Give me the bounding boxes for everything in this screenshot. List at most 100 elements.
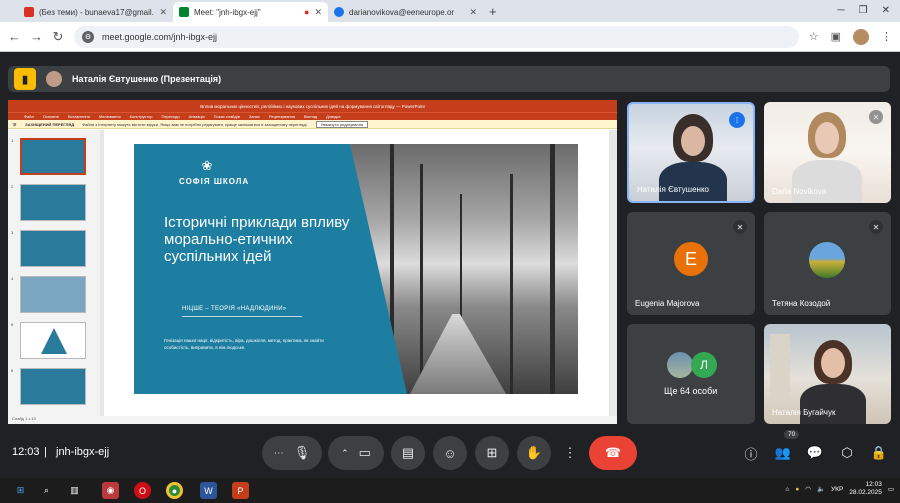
close-icon[interactable]: ✕ (314, 7, 322, 18)
ribbon-tab[interactable]: Довідка (326, 114, 340, 119)
camera-button[interactable]: ⌃ ▭ (328, 436, 384, 470)
participant-name: Наталія Бугайчук (772, 408, 836, 417)
present-screen-icon: ⊞ (486, 445, 498, 460)
more-options-button[interactable]: ⋮ (559, 436, 581, 470)
speaking-indicator-icon: ⁞ (729, 112, 745, 128)
participant-tile[interactable]: Наталія Бугайчук (764, 324, 891, 424)
protected-view-bar: 🛡 ЗАХИЩЕНИЙ ПЕРЕГЛЯД Файли з Інтернету м… (8, 120, 617, 129)
notifications-icon[interactable]: ▭ (888, 485, 894, 493)
participant-tile[interactable]: ✕ Тетяна Козодой (764, 212, 891, 315)
ribbon-tab[interactable]: Основне (43, 114, 59, 119)
back-icon[interactable]: ← (8, 29, 21, 44)
participant-tile[interactable]: E ✕ Eugenia Majorova (627, 212, 755, 315)
tab-strip: (Без теми) - bunaeva17@gmail.c ✕ Meet: "… (0, 0, 900, 22)
ribbon-tab[interactable]: Малювання (99, 114, 121, 119)
host-controls-icon[interactable]: 🔒 (868, 442, 890, 464)
status-icon[interactable]: ● (795, 486, 799, 493)
tab-title: Meet: "jnh-ibgx-ejj" (194, 7, 261, 17)
more-participants-tile[interactable]: Л Ще 64 особи (627, 324, 755, 424)
slide-body-text: Генізація нашої нації, відкритість, віра… (164, 338, 324, 350)
chrome-icon[interactable]: ● (166, 482, 183, 499)
ribbon-tab[interactable]: Вставлення (68, 114, 90, 119)
captions-icon: ▤ (401, 445, 415, 460)
chat-icon[interactable]: 💬 (804, 442, 826, 464)
bookshelf (770, 334, 790, 404)
ribbon-tab[interactable]: Вигляд (304, 114, 317, 119)
volume-icon[interactable]: 🔈 (817, 485, 825, 493)
ribbon-tab[interactable]: Анімація (189, 114, 205, 119)
leave-call-button[interactable]: ☎ (589, 436, 637, 470)
language-indicator[interactable]: УКР (831, 486, 843, 493)
presenter-label: Наталія Євтушенко (Презентація) (72, 74, 222, 84)
network-icon[interactable]: ⌂ (785, 486, 789, 493)
reload-icon[interactable]: ↻ (52, 29, 64, 45)
thumb-number: 4 (11, 276, 14, 281)
participant-tile[interactable]: ✕ Daria Novikova (764, 102, 891, 203)
activities-icon[interactable]: ⬡ (836, 442, 858, 464)
participant-tile[interactable]: ⁞ Наталія Євтушенко (627, 102, 755, 203)
school-logo-text: СОФІЯ ШКОЛА (179, 177, 250, 186)
task-view-icon[interactable]: ▥ (66, 482, 83, 499)
url-field[interactable]: ⚙ meet.google.com/jnh-ibgx-ejj (74, 25, 799, 48)
people-icon[interactable]: 👥 (772, 442, 794, 464)
emoji-button[interactable]: ☺ (433, 436, 467, 470)
pyramid-shape (41, 328, 67, 354)
site-info-icon[interactable]: ⚙ (82, 30, 94, 43)
tab-gmail[interactable]: (Без теми) - bunaeva17@gmail.c ✕ (18, 2, 173, 22)
avatar (667, 352, 693, 378)
forward-icon[interactable]: → (30, 29, 43, 44)
participant-video (659, 162, 727, 201)
close-icon[interactable]: ✕ (469, 7, 477, 18)
tab-title: (Без теми) - bunaeva17@gmail.c (39, 7, 155, 17)
close-icon[interactable]: ✕ (159, 7, 167, 18)
app-icon[interactable]: ◉ (102, 482, 119, 499)
participant-name: Тетяна Козодой (772, 299, 831, 308)
avatar (809, 242, 845, 278)
ribbon-tab[interactable]: Рецензування (269, 114, 295, 119)
hand-icon: ✋ (525, 445, 543, 460)
minimize-icon[interactable]: ─ (838, 5, 845, 16)
bookmark-star-icon[interactable]: ☆ (809, 30, 819, 43)
close-window-icon[interactable]: ✕ (882, 5, 890, 16)
ribbon-tab[interactable]: Показ слайдів (214, 114, 240, 119)
mail-icon (334, 7, 344, 17)
slide-thumbnail[interactable] (20, 230, 86, 267)
thumb-number: 3 (11, 230, 14, 235)
new-tab-button[interactable]: + (489, 4, 497, 19)
captions-button[interactable]: ▤ (391, 436, 425, 470)
enable-editing-button[interactable]: Увімкнути редагування (315, 120, 369, 128)
slide-thumbnail[interactable] (20, 184, 86, 221)
word-icon[interactable]: W (200, 482, 217, 499)
wifi-icon[interactable]: ◠ (805, 485, 811, 493)
clock[interactable]: 12:03 28.02.2025 (849, 481, 882, 497)
vertical-scrollbar[interactable] (611, 160, 616, 424)
tree-trunk (390, 144, 394, 394)
more-options-icon[interactable]: ⋯ (274, 448, 284, 459)
participant-name: Наталія Євтушенко (637, 185, 709, 194)
slide-thumbnail[interactable] (20, 276, 86, 313)
ribbon-tab[interactable]: Конструктор (130, 114, 153, 119)
extensions-icon[interactable]: ▣ (831, 30, 841, 43)
raise-hand-button[interactable]: ✋ (517, 436, 551, 470)
maximize-icon[interactable]: ❐ (859, 5, 868, 16)
tab-meet[interactable]: Meet: "jnh-ibgx-ejj" ● ✕ (173, 2, 328, 22)
chevron-up-icon[interactable]: ⌃ (341, 448, 349, 459)
powerpoint-icon[interactable]: P (232, 482, 249, 499)
slide-thumbnail[interactable] (20, 322, 86, 359)
menu-dots-icon[interactable]: ⋮ (881, 30, 892, 43)
slide-thumbnail[interactable] (20, 138, 86, 175)
windows-start-icon[interactable]: ⊞ (12, 482, 29, 499)
ribbon-tab[interactable]: Запис (249, 114, 260, 119)
info-icon[interactable]: ⓘ (740, 442, 762, 464)
opera-icon[interactable]: O (134, 482, 151, 499)
avatar[interactable] (853, 28, 869, 45)
mic-button[interactable]: ⋯ 🎙 (262, 436, 322, 470)
tree-trunk (550, 144, 555, 394)
slide-thumbnail[interactable] (20, 368, 86, 405)
search-icon[interactable]: ⌕ (38, 482, 55, 499)
ribbon-tab[interactable]: Переходи (161, 114, 179, 119)
present-button[interactable]: ⊞ (475, 436, 509, 470)
tab-mail-2[interactable]: darianovikova@eeneurope.or ✕ (328, 2, 483, 22)
presenter-bar: ▮ Наталія Євтушенко (Презентація) (8, 66, 890, 92)
ribbon-tab[interactable]: Файл (24, 114, 34, 119)
